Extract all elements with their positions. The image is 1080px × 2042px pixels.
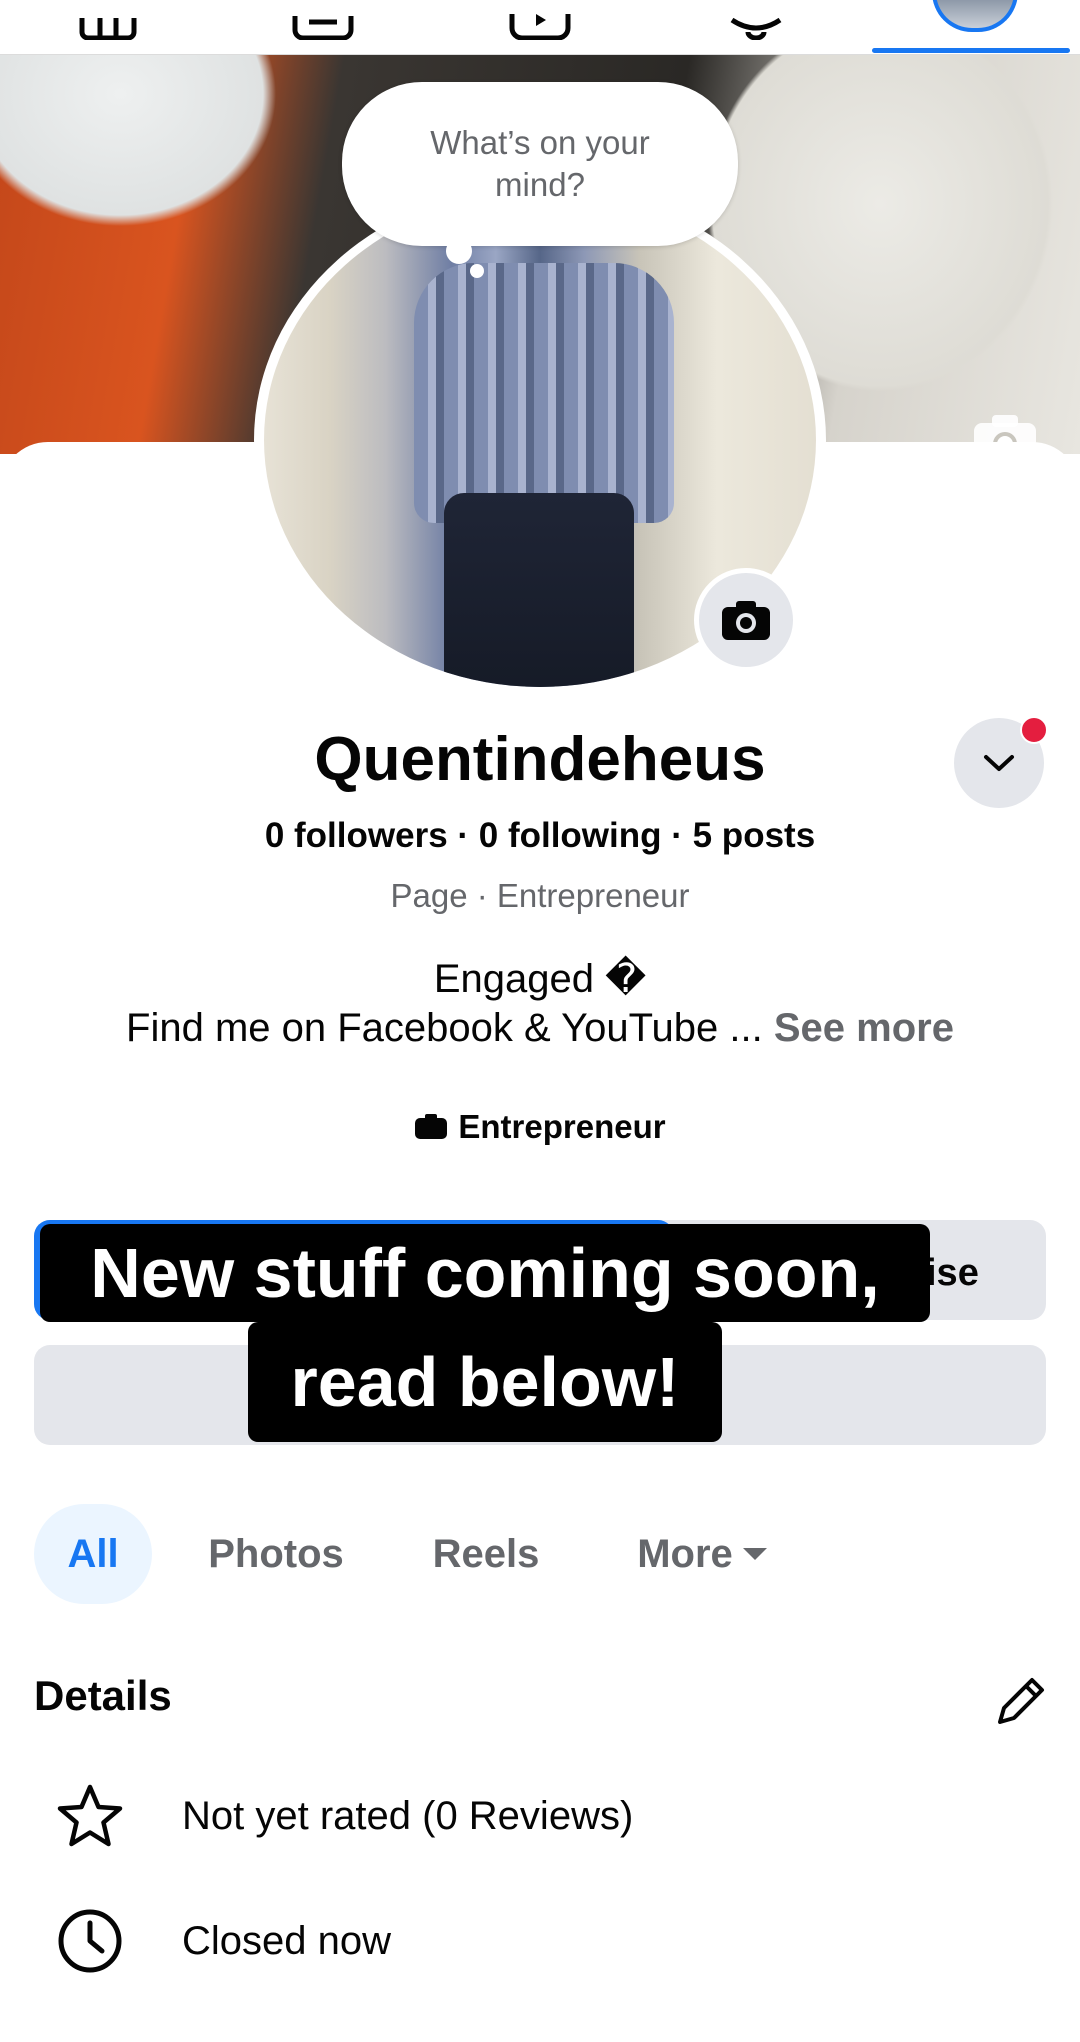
- chevron-down-icon: [984, 755, 1014, 771]
- notification-dot: [1020, 716, 1048, 744]
- bio-line-2: Find me on Facebook & YouTube ... See mo…: [0, 1006, 1080, 1051]
- secondary-action-label: ise: [926, 1252, 979, 1294]
- category-tag: Entrepreneur: [0, 1108, 1080, 1146]
- video-play-icon[interactable]: [500, 0, 580, 40]
- tab-photos[interactable]: Photos: [196, 1504, 356, 1604]
- detail-row-hours: Closed now: [0, 1896, 1080, 1986]
- star-icon: [54, 1780, 126, 1852]
- hours-text: Closed now: [182, 1918, 392, 1963]
- tab-more[interactable]: More: [618, 1504, 788, 1604]
- tab-all[interactable]: All: [34, 1504, 152, 1604]
- bio-line-1: Engaged �: [433, 957, 647, 1001]
- profile-tab-avatar[interactable]: [932, 0, 1018, 32]
- details-heading: Details: [34, 1672, 172, 1719]
- category-tag-label: Entrepreneur: [458, 1108, 666, 1145]
- active-tab-indicator: [872, 48, 1070, 53]
- see-more-link[interactable]: See more: [774, 1006, 954, 1050]
- tab-more-label: More: [637, 1531, 733, 1576]
- video-caption-line-2: read below!: [248, 1322, 722, 1442]
- clock-icon: [54, 1905, 126, 1977]
- bubble-text: What’s on your mind?: [430, 124, 650, 203]
- caret-down-icon: [742, 1548, 767, 1560]
- profile-name: Quentindeheus: [314, 725, 766, 794]
- rating-text: Not yet rated (0 Reviews): [182, 1793, 634, 1838]
- video-caption-line-1: New stuff coming soon,: [40, 1224, 930, 1322]
- profile-camera-button[interactable]: [694, 568, 798, 672]
- menu-grid-icon[interactable]: [68, 0, 148, 40]
- edit-pencil-icon[interactable]: [990, 1672, 1050, 1732]
- bio-text: Find me on Facebook & YouTube ...: [126, 1006, 763, 1050]
- profile-stats[interactable]: 0 followers · 0 following · 5 posts: [0, 816, 1080, 856]
- detail-row-rating: Not yet rated (0 Reviews): [0, 1771, 1080, 1861]
- tab-reels[interactable]: Reels: [420, 1504, 552, 1604]
- camera-icon: [722, 601, 770, 640]
- profile-photo-shirt: [414, 263, 674, 523]
- top-navigation-bar: [0, 0, 1080, 55]
- marketplace-icon[interactable]: [283, 0, 363, 40]
- bubble-tail-dot: [446, 238, 472, 264]
- profile-photo-legs: [444, 493, 634, 687]
- notifications-bell-icon[interactable]: [716, 0, 796, 40]
- bubble-tail-dot-small: [470, 264, 484, 278]
- briefcase-icon: [415, 1114, 448, 1139]
- page-category: Page · Entrepreneur: [390, 877, 690, 914]
- whats-on-your-mind-bubble[interactable]: What’s on your mind?: [342, 82, 738, 246]
